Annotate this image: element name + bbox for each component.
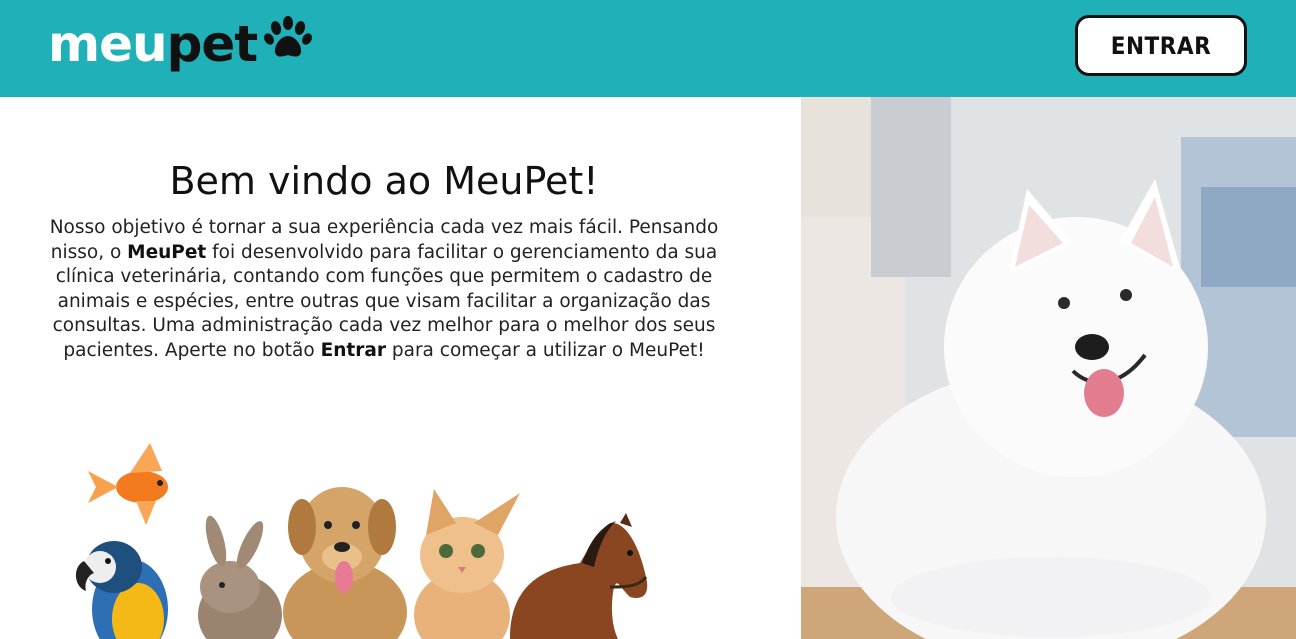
desc-cta: Entrar <box>320 339 386 361</box>
welcome-description: Nosso objetivo é tornar a sua experiênci… <box>36 216 732 364</box>
desc-text-3: para começar a utilizar o MeuPet! <box>385 339 705 361</box>
horse-image <box>510 513 648 639</box>
top-header: meupet ENTRAR <box>0 0 1296 97</box>
desc-brand: MeuPet <box>127 241 207 263</box>
cat-image <box>414 489 520 639</box>
enter-button[interactable]: ENTRAR <box>1075 15 1247 76</box>
welcome-title: Bem vindo ao MeuPet! <box>169 159 599 203</box>
welcome-section: Bem vindo ao MeuPet! Nosso objetivo é to… <box>0 97 801 639</box>
logo-text: meupet <box>48 19 258 69</box>
dog-image <box>283 487 407 639</box>
parrot-image <box>75 541 168 639</box>
rabbit-image <box>198 515 282 639</box>
pets-illustration <box>75 443 648 639</box>
goldfish-image <box>88 443 168 525</box>
samoyed-dog-image <box>801 97 1296 639</box>
meupet-logo[interactable]: meupet <box>48 12 313 76</box>
logo-text-pet: pet <box>166 15 259 73</box>
logo-text-meu: meu <box>48 15 168 73</box>
hero-image <box>801 97 1296 639</box>
paw-icon <box>264 16 313 57</box>
